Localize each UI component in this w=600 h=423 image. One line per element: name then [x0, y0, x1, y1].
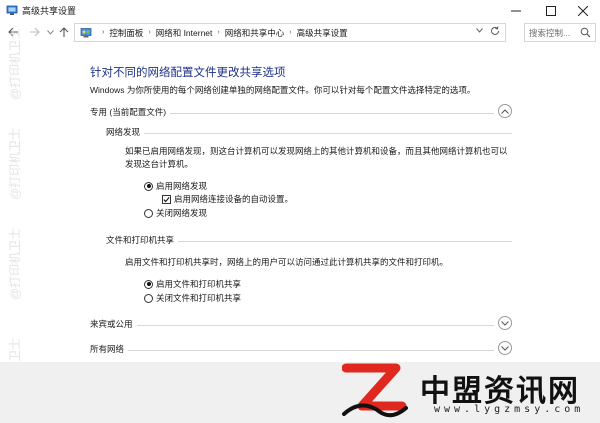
title-bar: 高级共享设置	[0, 0, 600, 22]
profile-header-all-networks[interactable]: 所有网络	[90, 341, 512, 357]
profile-label-all-networks: 所有网络	[90, 343, 129, 355]
chevron-down-icon	[501, 320, 509, 326]
search-input[interactable]	[529, 27, 577, 39]
radio-button[interactable]	[144, 293, 153, 303]
radio-button[interactable]	[144, 208, 153, 218]
close-icon	[578, 6, 588, 16]
checkbox-checked[interactable]	[162, 194, 171, 204]
checkmark-icon	[163, 196, 170, 202]
breadcrumb: › 控制面板 › 网络和 Internet › 网络和共享中心 › 高级共享设置	[97, 24, 348, 41]
watermark-text: @打印机卫士	[8, 127, 22, 200]
option-label: 关闭文件和打印机共享	[156, 293, 242, 303]
forward-button[interactable]	[27, 25, 41, 39]
breadcrumb-separator-icon[interactable]: ›	[289, 29, 291, 36]
recent-locations-button[interactable]	[43, 25, 57, 39]
brand-watermark: 中盟资讯网 www.lygzmsy.com	[338, 358, 600, 423]
window-title: 高级共享设置	[22, 6, 77, 16]
profile-header-private[interactable]: 专用 (当前配置文件)	[90, 104, 512, 120]
breadcrumb-separator-icon: ›	[102, 29, 105, 36]
option-label: 启用网络发现	[156, 181, 208, 191]
page-description: Windows 为你所使用的每个网络创建单独的网络配置文件。你可以针对每个配置文…	[90, 85, 476, 95]
section-description: 如果已启用网络发现，则这台计算机可以发现网络上的其他计算机和设备，而且其他网络计…	[125, 146, 508, 169]
brand-url: www.lygzmsy.com	[434, 404, 585, 415]
auto-setup-checkbox-option[interactable]: 启用网络连接设备的自动设置。	[162, 193, 293, 205]
option-label: 启用文件和打印机共享	[156, 279, 242, 289]
close-button[interactable]	[566, 0, 600, 22]
chevron-up-icon	[501, 108, 509, 114]
profile-header-guest-public[interactable]: 来宾或公用	[90, 316, 512, 332]
search-icon	[580, 27, 591, 38]
expand-button[interactable]	[498, 341, 512, 355]
network-discovery-on-option[interactable]: 启用网络发现	[144, 180, 207, 192]
section-network-discovery: 网络发现	[106, 126, 512, 138]
navigation-bar: › 控制面板 › 网络和 Internet › 网络和共享中心 › 高级共享设置	[0, 22, 600, 42]
brand-logo-icon	[342, 363, 408, 418]
minimize-icon	[511, 10, 521, 12]
breadcrumb-separator-icon[interactable]: ›	[148, 29, 150, 36]
section-title: 文件和打印机共享	[106, 234, 179, 246]
profile-label-private: 专用 (当前配置文件)	[90, 106, 171, 118]
chevron-down-icon	[46, 29, 54, 35]
collapse-button[interactable]	[498, 104, 512, 118]
breadcrumb-item-advanced-sharing[interactable]: 高级共享设置	[297, 27, 348, 39]
page-title: 针对不同的网络配置文件更改共享选项	[90, 67, 286, 79]
section-file-printer-sharing: 文件和打印机共享	[106, 234, 512, 246]
profile-label-guest-public: 来宾或公用	[90, 318, 137, 330]
chevron-down-icon	[501, 345, 509, 351]
refresh-icon	[491, 26, 499, 35]
maximize-icon	[546, 6, 556, 16]
address-history-button[interactable]	[476, 28, 483, 35]
divider	[106, 133, 512, 134]
section-description: 启用文件和打印机共享时，网络上的用户可以访问通过此计算机共享的文件和打印机。	[125, 257, 449, 267]
file-sharing-on-option[interactable]: 启用文件和打印机共享	[144, 278, 241, 290]
divider	[90, 325, 494, 326]
chevron-down-icon	[476, 28, 483, 33]
search-box[interactable]	[524, 23, 596, 42]
network-settings-icon	[6, 5, 18, 15]
address-bar[interactable]: › 控制面板 › 网络和 Internet › 网络和共享中心 › 高级共享设置	[74, 23, 506, 42]
breadcrumb-item-control-panel[interactable]: 控制面板	[109, 27, 143, 39]
radio-button-selected[interactable]	[144, 279, 153, 289]
watermark-text: @打印机卫士	[8, 227, 22, 300]
up-button[interactable]	[57, 25, 71, 39]
arrow-right-icon	[29, 27, 40, 37]
minimize-button[interactable]	[499, 0, 533, 22]
breadcrumb-separator-icon[interactable]: ›	[217, 29, 219, 36]
maximize-button[interactable]	[534, 0, 568, 22]
option-label: 启用网络连接设备的自动设置。	[174, 194, 294, 204]
arrow-up-icon	[59, 26, 69, 37]
expand-button[interactable]	[498, 316, 512, 330]
section-title: 网络发现	[106, 126, 145, 138]
radio-button-selected[interactable]	[144, 181, 153, 191]
control-panel-icon	[80, 28, 92, 38]
file-sharing-off-option[interactable]: 关闭文件和打印机共享	[144, 292, 241, 304]
option-label: 关闭网络发现	[156, 208, 208, 218]
breadcrumb-item-network-sharing-center[interactable]: 网络和共享中心	[225, 27, 285, 39]
network-discovery-off-option[interactable]: 关闭网络发现	[144, 207, 207, 219]
divider	[90, 350, 494, 351]
watermark-text: @打印机卫士	[8, 27, 22, 100]
refresh-button[interactable]	[490, 26, 500, 39]
breadcrumb-item-network-internet[interactable]: 网络和 Internet	[156, 27, 213, 39]
